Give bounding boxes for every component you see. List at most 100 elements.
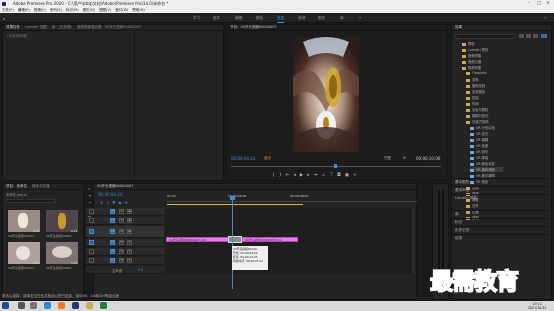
timeline-tool-icons[interactable]: ⊕∩▼◆⚙	[100, 200, 131, 205]
timeline-playhead[interactable]	[232, 199, 233, 289]
tree-item-noise-grain[interactable]: 杂色与颗粒	[466, 107, 488, 112]
search-icon[interactable]: ⌕	[544, 15, 546, 20]
mute-a1[interactable]: M	[119, 240, 124, 245]
source-patch-a1[interactable]	[89, 240, 94, 245]
workspace-editing[interactable]: 编辑	[235, 16, 242, 21]
track-label-a1[interactable]: A1	[110, 240, 115, 245]
tree-item-distort[interactable]: 扭曲	[466, 95, 479, 100]
project-search-input[interactable]	[6, 199, 56, 203]
more-workspaces-icon[interactable]: »	[359, 15, 361, 20]
mark-out-icon[interactable]: }	[279, 173, 286, 178]
track-label-v1[interactable]: V1	[110, 229, 115, 234]
tree-item-obsolete-2[interactable]: 过时	[466, 203, 479, 208]
tree-item-blur-sharpen[interactable]: 模糊与锐化	[466, 113, 488, 118]
mark-in-icon[interactable]: {	[272, 173, 279, 178]
master-volume[interactable]: 0.0	[138, 268, 143, 272]
section-libraries[interactable]: 库	[452, 210, 548, 217]
track-label-v2[interactable]: V2	[110, 218, 115, 223]
effects-search-input[interactable]: ⌕	[455, 34, 515, 40]
minimize-button[interactable]: –	[528, 1, 530, 6]
tree-item-vr-sharpen[interactable]: VR 锐化	[470, 149, 488, 154]
add-button-icon[interactable]: +	[353, 173, 361, 178]
sync-lock-v2[interactable]: ⊘	[119, 218, 124, 223]
tree-item-lumetri-presets[interactable]: Lumetri 预设	[462, 47, 488, 52]
source-patch-v2[interactable]	[89, 218, 94, 223]
sync-lock-v1[interactable]: ⊘	[119, 229, 124, 234]
track-label-a3[interactable]: A3	[110, 258, 115, 263]
taskbar-app-2-icon[interactable]	[58, 302, 65, 309]
tab-lumetri-scopes[interactable]: Lumetri 范围	[25, 25, 47, 30]
timeline-playhead-handle[interactable]	[230, 196, 235, 200]
tree-item-transform[interactable]: 变换	[466, 77, 479, 82]
track-label-v3[interactable]: V3	[110, 209, 115, 214]
tree-item-vr-fractal-noise[interactable]: VR 分形杂色	[470, 125, 495, 130]
source-patch-a3[interactable]	[89, 258, 94, 263]
ripple-edit-tool-icon[interactable]: ⊣	[87, 200, 92, 205]
tab-media-browser[interactable]: 媒体浏览器	[32, 184, 50, 189]
section-lumetri-color[interactable]: Lumetri 颜色	[452, 194, 548, 201]
solo-a3[interactable]: S	[127, 258, 132, 263]
tree-item-vr-color-gradients[interactable]: VR 颜色渐变	[470, 161, 495, 166]
tab-sequence[interactable]: 00开头视频00000007	[97, 184, 133, 189]
cross-dissolve-transition[interactable]	[228, 236, 242, 243]
taskbar-app-5-icon[interactable]	[100, 302, 107, 309]
timeline-scrollbar[interactable]	[412, 208, 415, 274]
program-playhead[interactable]	[334, 164, 337, 168]
tab-source[interactable]: 源：(无剪辑)	[52, 25, 72, 30]
workspace-assembly[interactable]: 组件	[213, 16, 220, 21]
go-to-in-icon[interactable]: ⇤	[286, 173, 294, 178]
tree-item-vr-chromatic[interactable]: VR 色差	[470, 143, 488, 148]
selection-tool-icon[interactable]: ▸	[87, 186, 92, 191]
section-info[interactable]: 信息	[452, 234, 548, 241]
tree-item-audio-effects[interactable]: 音频效果	[462, 53, 481, 58]
section-markers[interactable]: 标记	[452, 218, 548, 225]
resolution-select[interactable]: 完整	[384, 156, 391, 161]
workspace-libraries[interactable]: 库	[340, 16, 344, 21]
tree-item-vr-denoise[interactable]: VR 降噪	[470, 155, 488, 160]
home-icon[interactable]: ⌂	[3, 16, 6, 21]
output-toggle-v3[interactable]: ◉	[127, 209, 132, 214]
tab-effect-controls[interactable]: 效果控件	[6, 25, 20, 30]
track-select-tool-icon[interactable]: ⇥	[87, 193, 92, 198]
tree-item-utility[interactable]: 实用程序	[466, 89, 485, 94]
tab-project[interactable]: 项目：未命名	[6, 184, 27, 189]
section-essential-graphics[interactable]: 基本图形	[452, 178, 548, 185]
clock[interactable]: 19:12 2021/10/22	[528, 302, 546, 310]
tab-effects[interactable]: 效果	[455, 25, 462, 30]
section-essential-sound[interactable]: 基本声音	[452, 186, 548, 193]
tree-item-video-effects[interactable]: 视频效果	[462, 65, 481, 70]
source-patch-v3[interactable]	[89, 209, 94, 214]
time-ruler[interactable]	[167, 201, 417, 202]
output-toggle-v1[interactable]: ◉	[127, 229, 132, 234]
tree-item-image-control[interactable]: 图像控制	[466, 83, 485, 88]
taskbar-app-1-icon[interactable]	[44, 302, 51, 309]
taskbar-search-icon[interactable]	[18, 302, 25, 309]
workspace-color[interactable]: 颜色	[256, 16, 263, 21]
timeline-clip-2[interactable]: 00开头视频00000008.mp	[242, 237, 298, 242]
tree-item-vr-blur[interactable]: VR 模糊	[470, 137, 488, 142]
timeline-clip-1[interactable]: 00开头视频00000007.mp	[166, 237, 230, 242]
taskbar-explorer-icon[interactable]	[86, 302, 93, 309]
program-playhead-timecode[interactable]: 00;00;04;24	[231, 156, 255, 161]
workspace-audio[interactable]: 音频	[298, 16, 305, 21]
mute-a3[interactable]: M	[119, 258, 124, 263]
sync-lock-v3[interactable]: ⊘	[119, 209, 124, 214]
tree-item-obsolete[interactable]: Obsolete	[466, 71, 487, 75]
zoom-select[interactable]: 适合	[264, 156, 271, 161]
accelerated-effects-icon[interactable]	[519, 34, 524, 38]
workspace-learn[interactable]: 学习	[193, 16, 200, 21]
taskview-icon[interactable]	[30, 302, 37, 309]
track-label-a2[interactable]: A2	[110, 249, 115, 254]
tab-audio-clip-mixer[interactable]: 音频剪辑混合器：00开头视频00000007	[77, 25, 141, 30]
workspace-graphics[interactable]: 图形	[318, 16, 325, 21]
tree-item-immersive-video[interactable]: 沉浸式视频	[466, 119, 488, 124]
tree-item-audio-transitions[interactable]: 音频过渡	[462, 59, 481, 64]
taskbar-premiere-icon[interactable]	[72, 302, 79, 309]
timeline-timecode[interactable]: 00;00;04;24	[98, 192, 122, 197]
comparison-view-icon[interactable]: ▣	[345, 173, 353, 178]
mute-a2[interactable]: M	[119, 249, 124, 254]
maximize-button[interactable]: □	[537, 1, 541, 6]
tree-item-vr-rotate-sphere[interactable]: VR 旋转球面	[470, 167, 503, 172]
start-icon[interactable]	[2, 302, 9, 309]
tree-item-presets[interactable]: 预设	[462, 41, 475, 46]
